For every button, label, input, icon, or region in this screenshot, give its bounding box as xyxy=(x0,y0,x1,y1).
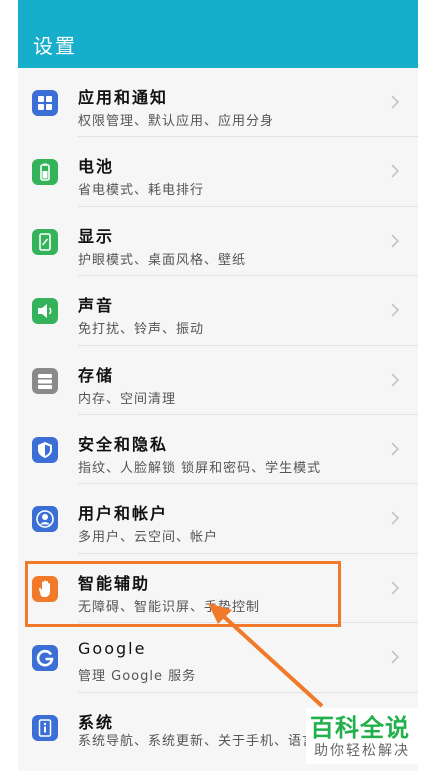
watermark-subtitle: 助你轻松解决 xyxy=(314,743,410,759)
chevron-right-icon xyxy=(391,511,400,525)
settings-item-title: 电池 xyxy=(78,157,115,177)
settings-item-subtitle: 指纹、人脸解锁 锁屏和密码、学生模式 xyxy=(78,460,322,476)
chevron-right-icon xyxy=(391,442,400,456)
chevron-right-icon xyxy=(391,372,400,387)
settings-list: 应用和通知 权限管理、默认应用、应用分身 电池 省电模式、耗电排行 显示 护眼模… xyxy=(18,68,418,771)
settings-item-display[interactable]: 显示 护眼模式、桌面风格、壁纸 xyxy=(18,206,418,277)
settings-item-title: 声音 xyxy=(78,296,115,316)
watermark-title: 百科全说 xyxy=(310,714,410,742)
settings-item-battery[interactable]: 电池 省电模式、耗电排行 xyxy=(18,137,418,207)
settings-item-title: 系统 xyxy=(78,712,115,732)
chevron-right-icon xyxy=(391,650,400,664)
watermark: 百科全说 助你轻松解决 xyxy=(306,708,418,764)
chevron-right-icon xyxy=(391,234,400,248)
settings-item-subtitle: 管理 Google 服务 xyxy=(78,669,197,685)
settings-item-apps-notifications[interactable]: 应用和通知 权限管理、默认应用、应用分身 xyxy=(18,68,418,138)
system-info-icon xyxy=(32,714,58,741)
settings-item-users-accounts[interactable]: 用户和帐户 多用户、云空间、帐户 xyxy=(18,484,418,554)
settings-item-google[interactable]: Google 管理 Google 服务 xyxy=(18,623,418,693)
page-title: 设置 xyxy=(33,34,77,58)
settings-item-title: 应用和通知 xyxy=(78,88,169,107)
settings-item-title: 用户和帐户 xyxy=(78,504,169,524)
settings-item-subtitle: 省电模式、耗电排行 xyxy=(78,183,205,199)
settings-screen: 设置 应用和通知 权限管理、默认应用、应用分身 电池 省电模式、耗电排行 显示 … xyxy=(18,0,418,771)
chevron-right-icon xyxy=(391,581,400,595)
settings-item-subtitle: 内存、空间清理 xyxy=(78,391,177,407)
settings-item-title: 存储 xyxy=(78,365,115,385)
settings-item-security-privacy[interactable]: 安全和隐私 指纹、人脸解锁 锁屏和密码、学生模式 xyxy=(18,414,418,485)
settings-item-subtitle: 护眼模式、桌面风格、壁纸 xyxy=(78,252,247,268)
chevron-right-icon xyxy=(391,95,400,109)
battery-icon xyxy=(32,159,58,186)
settings-item-subtitle: 权限管理、默认应用、应用分身 xyxy=(78,114,275,129)
settings-item-title: 显示 xyxy=(78,226,115,246)
settings-item-title: Google xyxy=(78,639,147,659)
settings-item-subtitle: 多用户、云空间、帐户 xyxy=(78,530,219,546)
user-icon xyxy=(32,506,58,533)
status-bar xyxy=(18,0,418,12)
storage-icon xyxy=(32,367,58,394)
settings-item-sound[interactable]: 声音 免打扰、铃声、振动 xyxy=(18,276,418,346)
chevron-right-icon xyxy=(391,303,400,317)
speaker-icon xyxy=(32,298,58,325)
chevron-right-icon xyxy=(391,164,400,178)
settings-item-subtitle: 免打扰、铃声、振动 xyxy=(78,322,205,338)
display-icon xyxy=(32,228,58,255)
settings-item-storage[interactable]: 存储 内存、空间清理 xyxy=(18,345,418,415)
app-bar: 设置 xyxy=(18,12,418,68)
highlight-box xyxy=(25,561,341,627)
shield-icon xyxy=(32,436,58,463)
apps-grid-icon xyxy=(32,90,58,116)
google-icon xyxy=(32,645,58,672)
settings-item-title: 安全和隐私 xyxy=(78,434,169,454)
